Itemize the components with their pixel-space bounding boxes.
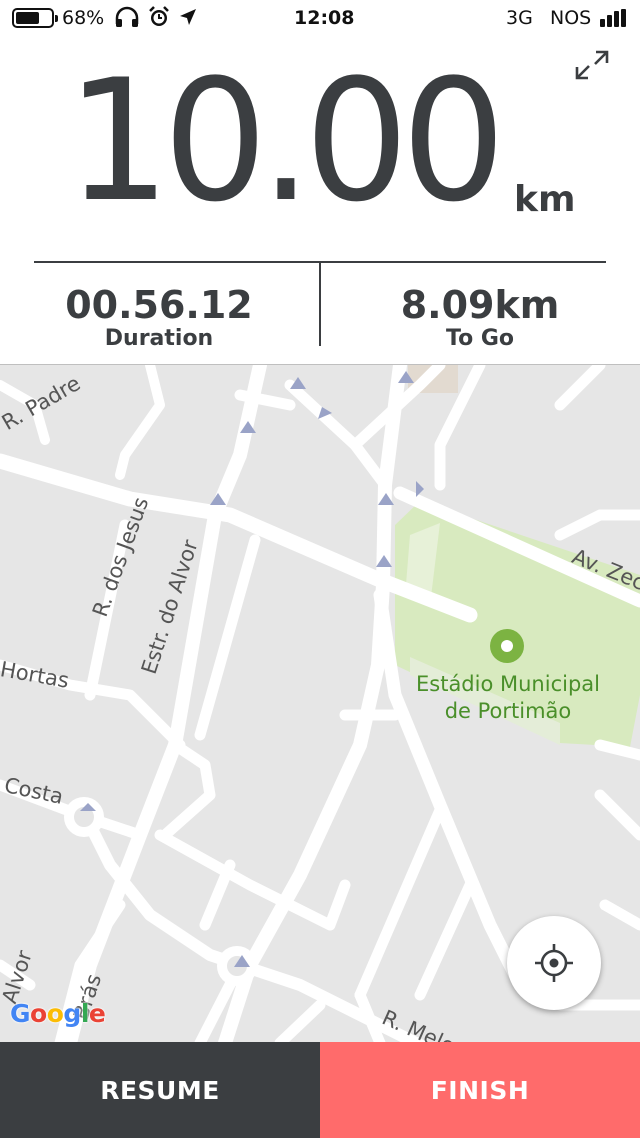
to-go-label: To Go	[445, 326, 515, 351]
status-bar: 68% 12:08 3G NOS	[0, 0, 640, 36]
network-type: 3G	[506, 7, 533, 29]
distance-value: 10.00	[66, 43, 506, 239]
finish-button[interactable]: FINISH	[320, 1042, 640, 1138]
distance-unit: km	[514, 179, 576, 220]
carrier-name: NOS	[550, 7, 592, 29]
my-location-button[interactable]	[507, 916, 601, 1010]
status-time: 12:08	[294, 7, 355, 29]
divider-vertical	[319, 262, 321, 346]
stadium-name-line1: Estádio Municipal	[416, 672, 600, 696]
resume-button-label: RESUME	[100, 1075, 220, 1105]
expand-icon[interactable]	[574, 48, 610, 82]
google-logo: Google	[10, 999, 106, 1028]
distance-display: 10.00	[66, 46, 507, 236]
stadium-name-line2: de Portimão	[444, 699, 572, 723]
alarm-icon	[148, 6, 170, 33]
duration-label: Duration	[104, 326, 214, 351]
stadium-label[interactable]: Estádio Municipal de Portimão	[400, 671, 616, 725]
battery-percent: 68%	[62, 7, 105, 29]
to-go-value: 8.09km	[400, 283, 560, 327]
duration-value: 00.56.12	[65, 283, 253, 327]
finish-button-label: FINISH	[430, 1075, 530, 1105]
resume-button[interactable]: RESUME	[0, 1042, 320, 1138]
battery-icon	[12, 8, 58, 28]
signal-icon	[600, 9, 630, 27]
crosshair-icon	[535, 944, 573, 982]
map[interactable]: R. Padre R. dos Jesus Estr. do Alvor Hor…	[0, 364, 640, 1042]
location-arrow-icon	[178, 6, 198, 33]
headphones-icon	[114, 6, 140, 33]
